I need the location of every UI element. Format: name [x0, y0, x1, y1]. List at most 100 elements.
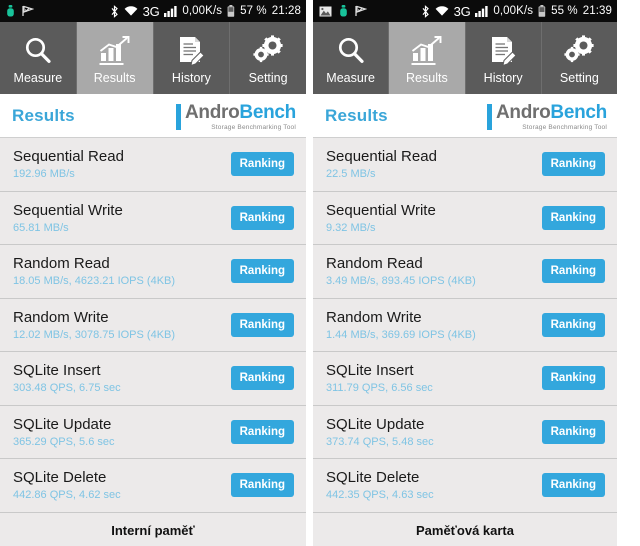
row-value: 18.05 MB/s, 4623.21 IOPS (4KB) [13, 275, 176, 288]
row-name: Sequential Read [13, 148, 124, 166]
ranking-button[interactable]: Ranking [541, 312, 605, 337]
network-type-label: 3G [453, 3, 471, 19]
row-text: Random Read 3.49 MB/s, 893.45 IOPS (4KB) [326, 255, 476, 287]
bluetooth-icon [110, 4, 119, 18]
page-title: Results [325, 105, 388, 125]
results-list-right: Sequential Read 22.5 MB/s Ranking Sequen… [313, 138, 617, 546]
page-title: Results [12, 105, 75, 125]
ranking-button[interactable]: Ranking [541, 152, 605, 177]
network-type-label: 3G [142, 3, 160, 19]
flag-icon [355, 5, 367, 17]
row-name: SQLite Insert [13, 362, 101, 380]
table-row[interactable]: SQLite Update 365.29 QPS, 5.6 sec Rankin… [0, 405, 306, 459]
table-row[interactable]: Random Read 3.49 MB/s, 893.45 IOPS (4KB)… [313, 245, 617, 299]
row-name: Random Read [326, 255, 423, 273]
row-text: SQLite Update 365.29 QPS, 5.6 sec [13, 416, 115, 448]
right-margin [617, 0, 640, 546]
tab-history[interactable]: History [466, 22, 542, 94]
row-name: SQLite Delete [13, 469, 107, 487]
bar-chart-icon [410, 31, 444, 67]
table-row[interactable]: Sequential Read 22.5 MB/s Ranking [313, 138, 617, 192]
ranking-button[interactable]: Ranking [230, 366, 294, 391]
table-row[interactable]: Random Read 18.05 MB/s, 4623.21 IOPS (4K… [0, 245, 306, 299]
data-rate-label: 0,00K/s [493, 5, 534, 17]
tab-measure[interactable]: Measure [0, 22, 77, 94]
ranking-button[interactable]: Ranking [230, 205, 294, 230]
tab-history[interactable]: History [154, 22, 231, 94]
row-value: 442.35 QPS, 4.63 sec [326, 489, 434, 502]
androbench-logo: AndroBench Storage Benchmarking Tool [486, 100, 607, 132]
flag-icon [22, 5, 34, 17]
ranking-button[interactable]: Ranking [541, 205, 605, 230]
table-row[interactable]: SQLite Delete 442.35 QPS, 4.63 sec Ranki… [313, 459, 617, 513]
row-name: SQLite Update [13, 415, 112, 433]
ranking-button[interactable]: Ranking [541, 419, 605, 444]
row-text: SQLite Delete 442.86 QPS, 4.62 sec [13, 469, 121, 501]
ranking-button[interactable]: Ranking [230, 259, 294, 284]
ranking-button[interactable]: Ranking [541, 259, 605, 284]
battery-icon [538, 4, 546, 18]
androbench-logo: AndroBench Storage Benchmarking Tool [175, 100, 296, 132]
panel-divider [306, 0, 313, 546]
battery-percent-label: 57 % [240, 5, 267, 17]
row-value: 3.49 MB/s, 893.45 IOPS (4KB) [326, 275, 476, 288]
status-bar-left-icons [6, 4, 34, 18]
logo-word-andro: Andro [495, 101, 551, 123]
logo-word-bench: Bench [239, 101, 296, 123]
signal-bars-icon [475, 5, 488, 17]
row-value: 9.32 MB/s [326, 221, 376, 234]
table-row[interactable]: SQLite Update 373.74 QPS, 5.48 sec Ranki… [313, 405, 617, 459]
ranking-button[interactable]: Ranking [230, 473, 294, 498]
data-rate-label: 0,00K/s [182, 5, 223, 17]
ranking-button[interactable]: Ranking [230, 419, 294, 444]
status-bar: 3G 0,00K/s 57 % 21:28 [0, 0, 306, 22]
row-value: 65.81 MB/s [13, 221, 69, 234]
dual-screenshot-comparison: 3G 0,00K/s 57 % 21:28 Measure Results Hi… [0, 0, 640, 546]
magnifier-icon [22, 31, 54, 67]
clock-label: 21:28 [271, 5, 301, 17]
row-name: Sequential Write [326, 201, 436, 219]
tab-bar: Measure Results History Setting [313, 22, 617, 94]
tab-measure-label: Measure [326, 71, 375, 85]
gears-icon [562, 31, 596, 67]
table-row[interactable]: Sequential Write 65.81 MB/s Ranking [0, 191, 306, 245]
tab-setting-label: Setting [559, 71, 599, 85]
android-usb-icon [6, 4, 15, 18]
android-usb-icon [339, 4, 348, 18]
tab-results[interactable]: Results [76, 22, 154, 94]
table-row[interactable]: Sequential Read 192.96 MB/s Ranking [0, 138, 306, 192]
table-row[interactable]: SQLite Insert 311.79 QPS, 6.56 sec Ranki… [313, 352, 617, 406]
table-row[interactable]: SQLite Delete 442.86 QPS, 4.62 sec Ranki… [0, 459, 306, 513]
table-row[interactable]: SQLite Insert 303.48 QPS, 6.75 sec Ranki… [0, 352, 306, 406]
row-value: 365.29 QPS, 5.6 sec [13, 435, 115, 448]
tab-setting[interactable]: Setting [542, 22, 617, 94]
ranking-button[interactable]: Ranking [230, 312, 294, 337]
tab-measure[interactable]: Measure [313, 22, 390, 94]
logo-wordmark: AndroBench Storage Benchmarking Tool [185, 103, 296, 132]
row-text: SQLite Insert 303.48 QPS, 6.75 sec [13, 362, 121, 394]
tab-results[interactable]: Results [389, 22, 466, 94]
storage-caption-right: Paměťová karta [313, 512, 617, 546]
ranking-button[interactable]: Ranking [230, 152, 294, 177]
document-pencil-icon [487, 31, 519, 67]
ranking-button[interactable]: Ranking [541, 473, 605, 498]
magnifier-icon [335, 31, 367, 67]
table-row[interactable]: Random Write 1.44 MB/s, 369.69 IOPS (4KB… [313, 298, 617, 352]
logo-word-bench: Bench [550, 101, 607, 123]
row-text: SQLite Update 373.74 QPS, 5.48 sec [326, 416, 434, 448]
tab-results-label: Results [93, 71, 136, 85]
image-icon [319, 6, 332, 17]
table-row[interactable]: Random Write 12.02 MB/s, 3078.75 IOPS (4… [0, 298, 306, 352]
row-text: Sequential Write 65.81 MB/s [13, 202, 123, 234]
status-bar-right-cluster: 3G 0,00K/s 57 % 21:28 [110, 4, 301, 19]
bar-chart-icon [98, 31, 132, 67]
tab-results-label: Results [406, 71, 448, 85]
tab-setting[interactable]: Setting [230, 22, 306, 94]
ranking-button[interactable]: Ranking [541, 366, 605, 391]
wifi-icon [435, 5, 449, 17]
row-value: 192.96 MB/s [13, 168, 75, 181]
bluetooth-icon [421, 4, 430, 18]
storage-caption-left: Interní paměť [0, 512, 306, 546]
row-value: 12.02 MB/s, 3078.75 IOPS (4KB) [13, 328, 176, 341]
table-row[interactable]: Sequential Write 9.32 MB/s Ranking [313, 191, 617, 245]
